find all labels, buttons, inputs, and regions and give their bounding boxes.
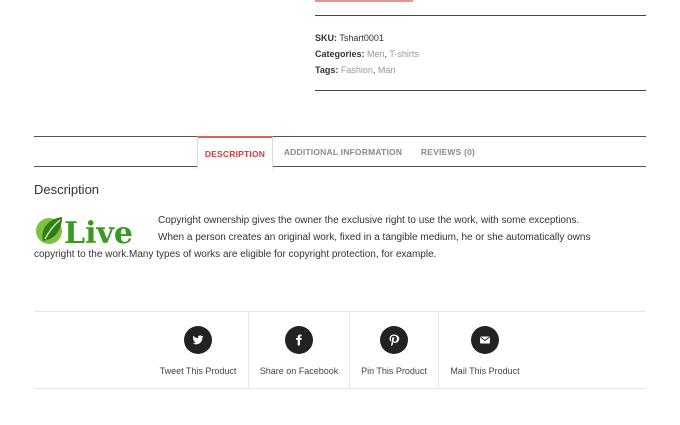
live-logo: Live xyxy=(34,211,146,251)
categories-label: Categories: xyxy=(315,49,365,59)
categories-row: Categories: Men, T-shirts xyxy=(315,49,419,59)
share-bar: Tweet This Product Share on Facebook Pin… xyxy=(34,311,646,389)
share-twitter-label: Tweet This Product xyxy=(159,366,237,376)
share-mail-label: Mail This Product xyxy=(450,366,520,376)
twitter-icon[interactable] xyxy=(184,326,212,354)
pinterest-icon[interactable] xyxy=(380,326,408,354)
description-heading: Description xyxy=(34,182,100,197)
divider xyxy=(315,15,646,16)
tag-link-man[interactable]: Man xyxy=(378,65,396,75)
mail-icon[interactable] xyxy=(471,326,499,354)
share-pinterest[interactable]: Pin This Product xyxy=(351,312,437,388)
add-to-cart-button-edge[interactable] xyxy=(315,0,413,2)
category-link-tshirts[interactable]: T-shirts xyxy=(389,49,419,59)
divider xyxy=(248,312,249,388)
facebook-icon[interactable] xyxy=(285,326,313,354)
tag-link-fashion[interactable]: Fashion xyxy=(341,65,373,75)
sku-row: SKU: Tshart0001 xyxy=(315,33,384,43)
sku-value: Tshart0001 xyxy=(339,33,384,43)
share-pinterest-label: Pin This Product xyxy=(361,366,427,376)
logo-text: Live xyxy=(64,216,133,249)
tags-label: Tags: xyxy=(315,65,339,75)
tags-row: Tags: Fashion, Man xyxy=(315,65,395,75)
category-link-men[interactable]: Men xyxy=(367,49,385,59)
description-line-3: copyright to the work.Many types of work… xyxy=(34,249,437,260)
description-line-1: Copyright ownership gives the owner the … xyxy=(158,215,580,226)
tab-reviews[interactable]: REVIEWS (0) xyxy=(416,137,480,167)
description-line-2: When a person creates an original work, … xyxy=(158,232,591,243)
share-mail[interactable]: Mail This Product xyxy=(439,312,531,388)
share-twitter[interactable]: Tweet This Product xyxy=(148,312,248,388)
share-facebook[interactable]: Share on Facebook xyxy=(250,312,348,388)
tab-additional-information[interactable]: ADDITIONAL INFORMATION xyxy=(278,137,408,167)
divider xyxy=(315,90,646,91)
divider xyxy=(349,312,350,388)
tab-description[interactable]: DESCRIPTION xyxy=(197,136,273,169)
share-facebook-label: Share on Facebook xyxy=(259,366,339,376)
sku-label: SKU: xyxy=(315,33,337,43)
